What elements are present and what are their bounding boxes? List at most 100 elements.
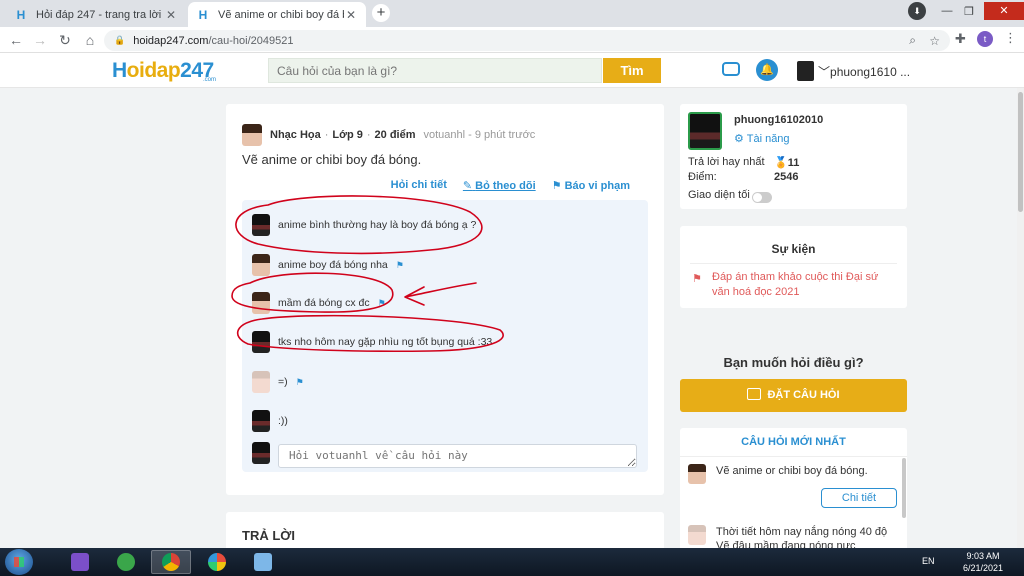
ask-detail-link[interactable]: Hỏi chi tiết [391, 179, 447, 192]
tab-title: Hỏi đáp 247 - trang tra lời [36, 8, 162, 21]
profile-rank: ⚙ Tài năng [734, 133, 790, 145]
user-menu[interactable]: ﹀phuong1610 ... [818, 63, 910, 80]
report-flag-icon[interactable]: ⚑ [396, 260, 404, 271]
event-flag-icon: ⚑ [692, 273, 702, 285]
report-flag-icon[interactable]: ⚑ [296, 377, 304, 388]
answer-card: TRẢ LỜI [226, 512, 664, 548]
commenter-avatar[interactable] [252, 331, 270, 353]
lock-icon: 🔒 [114, 35, 126, 45]
language-indicator[interactable]: EN [922, 556, 935, 566]
asker-avatar [688, 464, 706, 484]
chat-icon[interactable] [722, 62, 740, 76]
list-item[interactable]: Thời tiết hôm nay nắng nóng 40 độ Vẽ đâu… [688, 525, 896, 548]
notification-bell-icon[interactable]: 🔔 [756, 59, 778, 81]
comment-text: mầm đá bóng cx đc [278, 297, 370, 309]
tab-current-question[interactable]: H Vẽ anime or chibi boy đá bóng. d ✕ [188, 2, 366, 27]
commenter-avatar[interactable] [252, 371, 270, 393]
ask-question-button[interactable]: ĐẶT CÂU HỎI [680, 379, 907, 412]
main-content: Nhạc Họa · Lớp 9 · 20 điểm votuanhl - 9 … [0, 88, 1024, 548]
search-button[interactable]: Tìm [603, 58, 661, 83]
unfollow-link[interactable]: ✎ Bỏ theo dõi [463, 179, 536, 192]
profile-name[interactable]: phuong16102010 [734, 114, 823, 126]
bookmark-star-icon[interactable]: ☆ [929, 34, 940, 48]
list-scrollbar[interactable] [902, 458, 906, 518]
points-value: 2546 [774, 171, 799, 183]
comment-reply-input[interactable] [278, 444, 637, 468]
extensions-puzzle-icon[interactable]: ✚ [955, 31, 966, 47]
event-title: Sự kiện [771, 242, 816, 256]
rank-badge-icon: ⚙ [734, 133, 744, 145]
search-input[interactable] [268, 58, 602, 83]
close-tab-icon[interactable]: ✕ [164, 8, 178, 22]
newest-title: CÂU HỎI MỚI NHẤT [741, 436, 846, 448]
commenter-avatar[interactable] [252, 214, 270, 236]
event-card: Sự kiện ⚑ Đáp án tham khảo cuộc thi Đại … [680, 226, 907, 308]
maximize-button[interactable]: ❐ [958, 5, 980, 18]
question-actions: Hỏi chi tiết ✎ Bỏ theo dõi ⚑ Báo vi phạm [391, 179, 630, 192]
close-tab-icon[interactable]: ✕ [344, 8, 358, 22]
asker-avatar[interactable] [242, 124, 262, 146]
start-button[interactable] [5, 549, 33, 575]
url-host: hoidap247.com [133, 34, 209, 47]
commenter-avatar[interactable] [252, 410, 270, 432]
comment-text: =) [278, 376, 288, 388]
report-link[interactable]: ⚑ Báo vi phạm [552, 179, 630, 192]
back-arrow-icon[interactable]: ← [6, 32, 26, 48]
window-controls: ⬇ — ❐ ✕ [908, 0, 1024, 22]
chrome-icon[interactable] [151, 550, 191, 574]
chevron-down-icon: ﹀ [818, 65, 831, 79]
tab-hoidap-home[interactable]: H Hỏi đáp 247 - trang tra lời ✕ [6, 2, 186, 27]
list-item[interactable]: Vẽ anime or chibi boy đá bóng. [688, 464, 896, 484]
best-answer-value: 🏅11 [774, 157, 800, 169]
question-text: Vẽ anime or chibi boy đá bóng. [242, 152, 422, 167]
site-logo[interactable]: Hoidap247 [112, 59, 214, 83]
comment-text: tks nho hôm nay gặp nhìu ng tốt bụng quá… [278, 336, 493, 348]
add-question-icon [747, 388, 762, 400]
minimize-button[interactable]: — [936, 5, 958, 17]
browser-ball-icon[interactable] [197, 550, 237, 574]
site-favicon-icon: H [16, 7, 26, 22]
more-menu-icon[interactable]: ⋮ [1004, 30, 1017, 46]
clock[interactable]: 9:03 AM 6/21/2021 [960, 550, 1006, 574]
dark-mode-toggle[interactable] [752, 192, 772, 203]
address-bar[interactable]: 🔒 hoidap247.com/cau-hoi/2049521 ⌕ ☆ [104, 30, 950, 51]
forward-arrow-icon[interactable]: → [30, 32, 50, 48]
detail-button[interactable]: Chi tiết [821, 488, 897, 508]
page-scrollbar[interactable] [1017, 88, 1024, 548]
reload-icon[interactable]: ↻ [55, 32, 75, 48]
home-icon[interactable]: ⌂ [80, 32, 100, 48]
commenter-avatar[interactable] [252, 254, 270, 276]
subject[interactable]: Nhạc Họa [270, 129, 321, 141]
close-window-button[interactable]: ✕ [984, 2, 1024, 20]
profile-card: phuong16102010 ⚙ Tài năng Trả lời hay nh… [680, 104, 907, 209]
visual-studio-icon[interactable] [60, 550, 100, 574]
my-avatar [252, 442, 270, 464]
profile-avatar[interactable]: t [977, 31, 993, 47]
asker-avatar [688, 525, 706, 545]
event-link[interactable]: Đáp án tham khảo cuộc thi Đại sứ văn hoá… [712, 270, 892, 300]
profile-avatar-large[interactable] [688, 112, 722, 150]
report-flag-icon[interactable]: ⚑ [378, 298, 386, 309]
site-header: Hoidap247 .com Tìm 🔔 ﹀phuong1610 ... [0, 53, 1024, 88]
chrome-profile-icon[interactable]: ⬇ [908, 2, 926, 20]
flag-icon: ⚑ [551, 180, 562, 192]
dark-mode-label: Giao diện tối [688, 189, 750, 201]
comment-item: =) ⚑ [252, 371, 304, 393]
points-label: Điểm: [688, 171, 717, 183]
comments-section: anime bình thường hay là boy đá bóng ạ ?… [242, 200, 648, 472]
comment-item: :)) [252, 410, 288, 432]
new-tab-button[interactable]: + [372, 4, 390, 22]
best-answer-label: Trả lời hay nhất [688, 156, 765, 168]
commenter-avatar[interactable] [252, 292, 270, 314]
comment-text: anime bình thường hay là boy đá bóng ạ ? [278, 219, 477, 231]
paint-icon[interactable] [243, 550, 283, 574]
answer-heading: TRẢ LỜI [242, 528, 295, 543]
comment-item: tks nho hôm nay gặp nhìu ng tốt bụng quá… [252, 331, 492, 353]
newest-question-text: Vẽ anime or chibi boy đá bóng. [716, 465, 868, 477]
green-app-icon[interactable] [106, 550, 146, 574]
header-username: phuong1610 ... [830, 65, 911, 79]
zoom-icon[interactable]: ⌕ [909, 33, 916, 48]
user-avatar[interactable] [797, 61, 814, 81]
comment-item: anime boy đá bóng nha ⚑ [252, 254, 404, 276]
newest-question-text: Thời tiết hôm nay nắng nóng 40 độ Vẽ đâu… [716, 526, 888, 548]
